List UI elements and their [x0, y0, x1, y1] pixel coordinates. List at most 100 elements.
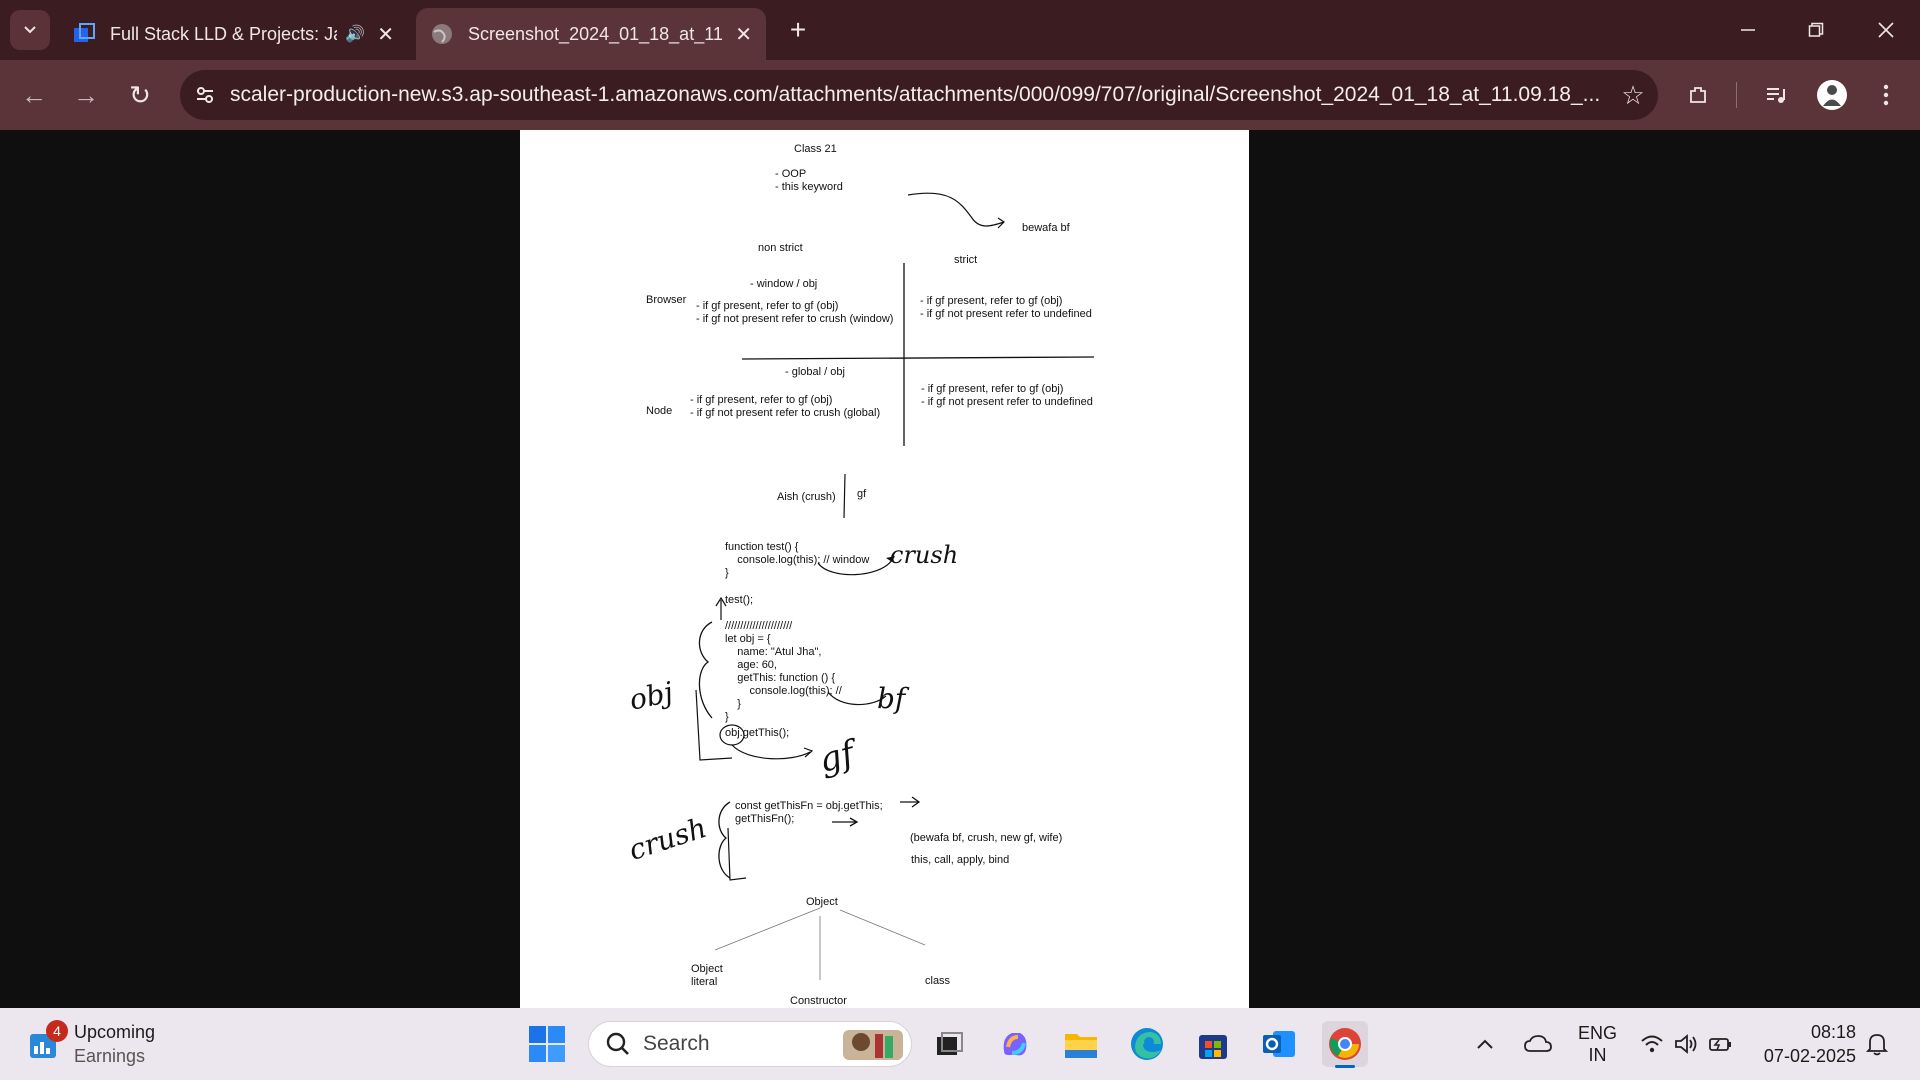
forward-button[interactable]: →	[66, 75, 106, 115]
url-text[interactable]: scaler-production-new.s3.ap-southeast-1.…	[230, 83, 1608, 107]
show-hidden-icons[interactable]	[1476, 1008, 1494, 1080]
topic-oop: - OOP	[775, 168, 807, 180]
node-strict-2: - if gf not present refer to undefined	[921, 396, 1093, 408]
chevron-up-icon	[1477, 1039, 1493, 1049]
code3-line1: const getThisFn = obj.getThis;	[735, 800, 883, 812]
aish-crush: Aish (crush)	[777, 491, 836, 503]
edge-button[interactable]	[1124, 1021, 1170, 1067]
tree-constructor: Constructor	[790, 995, 847, 1007]
tab-full-stack-lld[interactable]: Full Stack LLD & Projects: Ja 🔊 ✕	[58, 8, 408, 60]
close-window-button[interactable]	[1852, 0, 1920, 60]
tree-object-literal-1: Object	[691, 963, 723, 975]
node-nonstrict-2: - if gf present, refer to gf (obj)	[690, 394, 833, 406]
this-methods-list: this, call, apply, bind	[911, 854, 1010, 866]
close-icon	[1878, 22, 1894, 38]
copilot-button[interactable]	[992, 1021, 1038, 1067]
handwritten-gf: gf	[815, 732, 864, 781]
clock[interactable]: 08:18 07-02-2025	[1756, 1008, 1856, 1080]
column-strict: strict	[954, 254, 978, 266]
browser-strict-1: - if gf present, refer to gf (obj)	[920, 295, 1063, 307]
close-tab-icon[interactable]: ✕	[735, 22, 752, 47]
column-non-strict: non strict	[758, 242, 803, 254]
page-viewport: crush obj bf gf crush Class 21 - OOP - t…	[0, 130, 1920, 1008]
media-controls-icon[interactable]	[1758, 77, 1794, 113]
code2-line3: name: "Atul Jha",	[725, 646, 822, 658]
reload-button[interactable]: ↻	[120, 75, 160, 115]
gf-label: gf	[857, 488, 867, 500]
speaker-icon[interactable]: 🔊	[345, 24, 365, 44]
extensions-icon[interactable]	[1680, 77, 1716, 113]
file-explorer-icon	[1065, 1034, 1097, 1058]
store-icon	[1199, 1035, 1227, 1059]
quick-settings[interactable]	[1640, 1008, 1734, 1080]
minimize-icon	[1741, 29, 1755, 31]
search-highlight-image	[843, 1030, 903, 1060]
browser-nonstrict-3: - if gf not present refer to crush (wind…	[696, 313, 894, 325]
tab-title: Screenshot_2024_01_18_at_11.0	[468, 23, 724, 44]
arrow-left-icon: ←	[21, 79, 47, 110]
minimize-button[interactable]	[1714, 0, 1782, 60]
row-browser: Browser	[646, 294, 687, 306]
cloud-icon	[1524, 1035, 1552, 1052]
taskbar-search[interactable]: Search	[588, 1021, 912, 1067]
outlook-button[interactable]	[1256, 1021, 1302, 1067]
start-button[interactable]	[528, 1025, 566, 1068]
browser-nonstrict-2: - if gf present, refer to gf (obj)	[696, 300, 839, 312]
bookmark-star-icon[interactable]: ☆	[1608, 80, 1658, 111]
browser-strict-2: - if gf not present refer to undefined	[920, 308, 1092, 320]
search-icon	[606, 1032, 629, 1055]
file-explorer-button[interactable]	[1058, 1021, 1104, 1067]
back-button[interactable]: ←	[14, 75, 54, 115]
chrome-icon	[1329, 1028, 1361, 1060]
site-info-icon[interactable]	[180, 70, 230, 120]
scaler-icon	[74, 23, 95, 42]
windows-logo-icon	[529, 1026, 565, 1062]
node-nonstrict-1: - global / obj	[785, 366, 845, 378]
widgets-button[interactable]: 4 Upcoming Earnings	[26, 1020, 155, 1068]
code2-line7: }	[725, 698, 741, 710]
menu-kebab-icon[interactable]	[1868, 77, 1904, 113]
new-tab-button[interactable]: +	[780, 12, 816, 48]
handwritten-annotations: crush obj bf gf crush	[625, 192, 1095, 980]
notification-center-button[interactable]	[1866, 1008, 1888, 1080]
notes-image: crush obj bf gf crush Class 21 - OOP - t…	[520, 130, 1249, 1008]
clock-date: 07-02-2025	[1763, 1046, 1856, 1066]
arrow-right-icon: →	[73, 79, 99, 110]
node-nonstrict-3: - if gf not present refer to crush (glob…	[690, 407, 881, 419]
tab-search-button[interactable]	[10, 10, 50, 50]
profile-avatar[interactable]	[1814, 77, 1850, 113]
handwritten-obj: obj	[626, 675, 676, 716]
language-indicator[interactable]: ENG IN	[1578, 1008, 1617, 1080]
clock-time: 08:18	[1810, 1022, 1856, 1042]
globe-icon	[432, 24, 452, 44]
reload-icon: ↻	[129, 79, 151, 110]
onedrive-button[interactable]	[1524, 1008, 1552, 1080]
close-tab-icon[interactable]: ✕	[377, 22, 394, 47]
tree-class: class	[925, 975, 951, 987]
region-code: IN	[1588, 1045, 1607, 1065]
node-strict-1: - if gf present, refer to gf (obj)	[921, 383, 1064, 395]
code1-line2: console.log(this); // window	[725, 554, 870, 566]
code1-line3: }	[725, 567, 729, 579]
tab-screenshot[interactable]: Screenshot_2024_01_18_at_11.0 ✕	[416, 8, 766, 60]
chrome-button[interactable]	[1322, 1021, 1368, 1068]
code2-line6: console.log(this); //	[725, 685, 842, 697]
handwritten-crush-2: crush	[625, 811, 711, 867]
store-button[interactable]	[1190, 1021, 1236, 1067]
code1-line5: test();	[725, 594, 754, 606]
outlook-icon	[1263, 1031, 1295, 1057]
task-view-button[interactable]	[926, 1021, 972, 1067]
active-app-indicator	[1335, 1065, 1355, 1068]
code2-line8: }	[725, 711, 729, 723]
address-bar[interactable]: scaler-production-new.s3.ap-southeast-1.…	[180, 70, 1658, 120]
widget-subtitle: Earnings	[74, 1046, 146, 1066]
restore-button[interactable]	[1782, 0, 1850, 60]
topic-this-keyword: - this keyword	[775, 181, 843, 193]
code2-line5: getThis: function () {	[725, 672, 836, 684]
restore-icon	[1808, 22, 1824, 37]
tree-object-literal-2: literal	[691, 976, 718, 988]
chevron-down-icon	[24, 26, 36, 34]
tree-object-root: Object	[806, 896, 838, 908]
toolbar-divider	[1736, 82, 1737, 108]
copilot-icon	[1003, 1033, 1027, 1056]
